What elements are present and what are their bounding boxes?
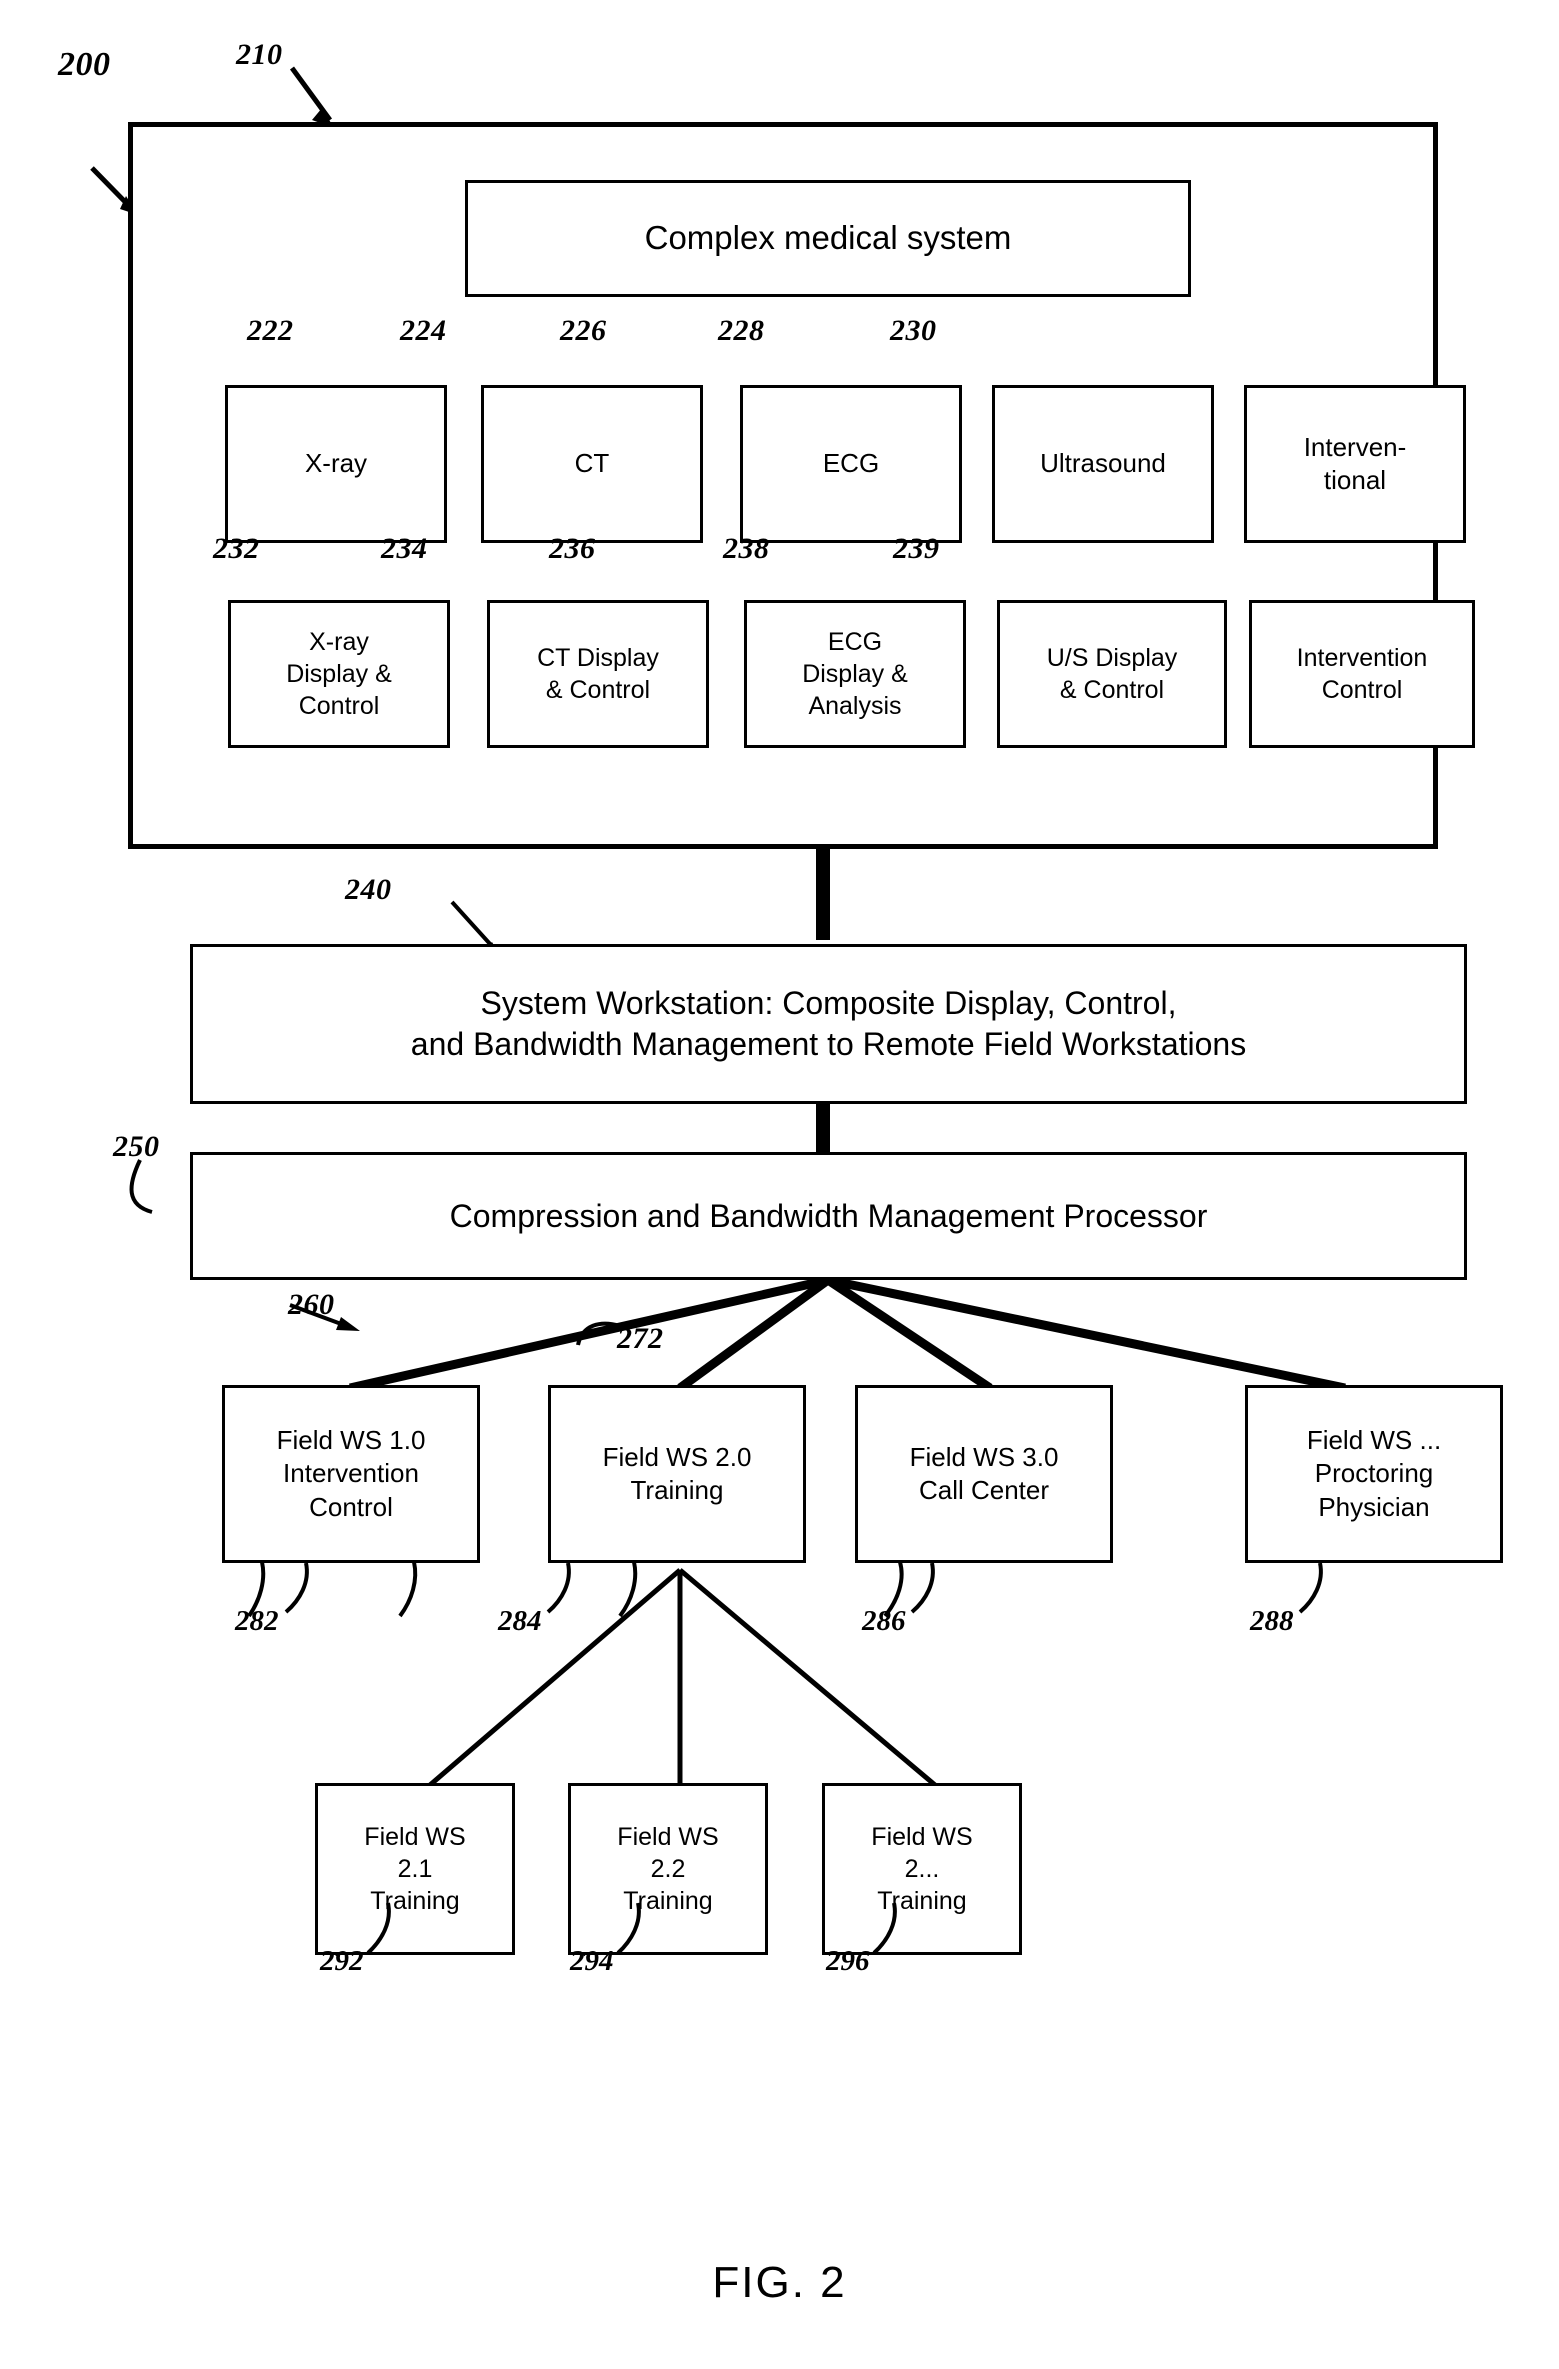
- ref-numeral-224: 224: [400, 314, 447, 347]
- sub-workstation-box-3[interactable]: Field WS 2... Training: [822, 1783, 1022, 1955]
- modality-label-x-ray: X-ray: [304, 448, 368, 479]
- modality-box-ecg[interactable]: ECG: [740, 385, 962, 543]
- fanout-to-sub-workstations: [428, 1568, 937, 1787]
- modality-box-ct[interactable]: CT: [481, 385, 703, 543]
- ref-numeral-272: 272: [617, 1322, 664, 1355]
- ref-250-leader: [129, 1159, 153, 1214]
- field-workstation-label-2: Field WS 2.0 Training: [602, 1441, 752, 1505]
- modality-label-ultrasound: Ultrasound: [1040, 448, 1166, 479]
- ref-numeral-239: 239: [893, 532, 940, 565]
- ref-numeral-200: 200: [58, 46, 111, 83]
- complex-medical-system-title-box: Complex medical system: [465, 180, 1191, 297]
- sub-workstation-box-2[interactable]: Field WS 2.2 Training: [568, 1783, 768, 1955]
- modality-label-ecg: ECG: [822, 448, 880, 479]
- ref-numeral-226: 226: [560, 314, 607, 347]
- display-label-ecg: ECG Display & Analysis: [802, 628, 908, 720]
- ref-numeral-234: 234: [381, 532, 428, 565]
- field-workstation-label-1: Field WS 1.0 Intervention Control: [276, 1425, 426, 1522]
- ref-272-leader: [576, 1321, 621, 1346]
- complex-medical-system-title: Complex medical system: [644, 219, 1012, 257]
- ref-numeral-238: 238: [723, 532, 770, 565]
- ref-numeral-286: 286: [862, 1605, 906, 1637]
- ref-numeral-250: 250: [113, 1130, 160, 1163]
- modality-box-interventional[interactable]: Interven-tional: [1244, 385, 1466, 543]
- compression-processor-box[interactable]: Compression and Bandwidth Management Pro…: [190, 1152, 1467, 1280]
- patent-figure-page: Complex medical system X-ray CT ECG Ultr…: [0, 0, 1559, 2369]
- ref-numeral-240: 240: [345, 873, 392, 906]
- field-workstation-box-1[interactable]: Field WS 1.0 Intervention Control: [222, 1385, 480, 1563]
- ref-numeral-288: 288: [1250, 1605, 1294, 1637]
- modality-label-interventional: Interven-tional: [1303, 431, 1407, 495]
- ref-numeral-282: 282: [235, 1605, 279, 1637]
- ref-numeral-222: 222: [247, 314, 294, 347]
- system-workstation-label: System Workstation: Composite Display, C…: [410, 985, 1247, 1062]
- ref-numeral-236: 236: [549, 532, 596, 565]
- display-box-x-ray-display-control[interactable]: X-ray Display & Control: [228, 600, 450, 748]
- fanout-to-field-workstations: [349, 1275, 1346, 1393]
- ref-numeral-260: 260: [288, 1288, 335, 1321]
- display-box-us-display-control[interactable]: U/S Display & Control: [997, 600, 1227, 748]
- display-label-us: U/S Display & Control: [1046, 644, 1178, 704]
- ref-numeral-296: 296: [826, 1945, 870, 1977]
- field-workstation-label-3: Field WS 3.0 Call Center: [909, 1441, 1059, 1505]
- system-workstation-box[interactable]: System Workstation: Composite Display, C…: [190, 944, 1467, 1104]
- field-workstation-label-4: Field WS ... Proctoring Physician: [1306, 1425, 1442, 1522]
- field-workstation-box-3[interactable]: Field WS 3.0 Call Center: [855, 1385, 1113, 1563]
- sub-workstation-label-3: Field WS 2... Training: [871, 1823, 973, 1915]
- ref-numeral-292: 292: [320, 1945, 364, 1977]
- compression-processor-label: Compression and Bandwidth Management Pro…: [449, 1197, 1208, 1234]
- sub-workstation-box-1[interactable]: Field WS 2.1 Training: [315, 1783, 515, 1955]
- modality-box-ultrasound[interactable]: Ultrasound: [992, 385, 1214, 543]
- field-workstation-box-4[interactable]: Field WS ... Proctoring Physician: [1245, 1385, 1503, 1563]
- modality-label-ct: CT: [574, 448, 610, 479]
- ref-numeral-232: 232: [213, 532, 260, 565]
- ref-210-leader: [289, 66, 334, 128]
- display-box-ct-display-control[interactable]: CT Display & Control: [487, 600, 709, 748]
- ref-numeral-284: 284: [498, 1605, 542, 1637]
- figure-caption: FIG. 2: [712, 2258, 847, 2307]
- sub-workstation-label-1: Field WS 2.1 Training: [364, 1823, 466, 1915]
- field-workstation-box-2[interactable]: Field WS 2.0 Training: [548, 1385, 806, 1563]
- display-label-ct: CT Display & Control: [537, 644, 659, 704]
- ref-numeral-228: 228: [718, 314, 765, 347]
- ref-numeral-210: 210: [236, 38, 283, 71]
- display-label-intervention: Intervention Control: [1296, 644, 1428, 704]
- ref-numeral-294: 294: [570, 1945, 614, 1977]
- display-box-intervention-control[interactable]: Intervention Control: [1249, 600, 1475, 748]
- sub-workstation-label-2: Field WS 2.2 Training: [617, 1823, 719, 1915]
- display-label-x-ray: X-ray Display & Control: [286, 628, 392, 720]
- display-box-ecg-display-analysis[interactable]: ECG Display & Analysis: [744, 600, 966, 748]
- field-ws-ref-leaders: [247, 1561, 904, 1618]
- ref-numeral-230: 230: [890, 314, 937, 347]
- modality-box-x-ray[interactable]: X-ray: [225, 385, 447, 543]
